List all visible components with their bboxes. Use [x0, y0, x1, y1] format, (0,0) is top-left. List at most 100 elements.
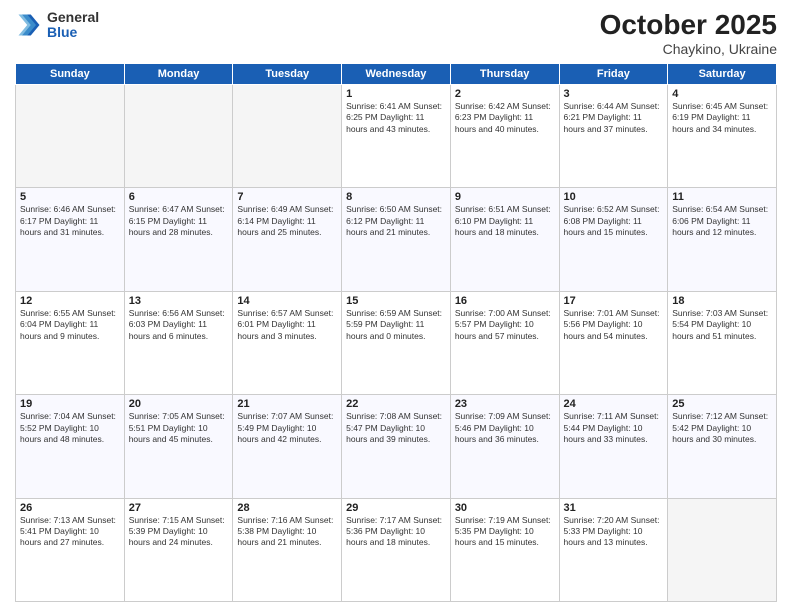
day-number: 20: [129, 398, 229, 410]
day-number: 19: [20, 398, 120, 410]
day-info: Sunrise: 7:11 AM Sunset: 5:44 PM Dayligh…: [564, 411, 664, 445]
calendar-cell: 7Sunrise: 6:49 AM Sunset: 6:14 PM Daylig…: [233, 188, 342, 291]
day-number: 16: [455, 295, 555, 307]
col-monday: Monday: [124, 63, 233, 84]
day-info: Sunrise: 6:52 AM Sunset: 6:08 PM Dayligh…: [564, 204, 664, 238]
day-number: 5: [20, 191, 120, 203]
calendar-cell: 1Sunrise: 6:41 AM Sunset: 6:25 PM Daylig…: [342, 84, 451, 187]
calendar-cell: 24Sunrise: 7:11 AM Sunset: 5:44 PM Dayli…: [559, 395, 668, 498]
day-number: 2: [455, 88, 555, 100]
calendar-cell: 13Sunrise: 6:56 AM Sunset: 6:03 PM Dayli…: [124, 291, 233, 394]
day-info: Sunrise: 6:44 AM Sunset: 6:21 PM Dayligh…: [564, 101, 664, 135]
calendar-cell: 4Sunrise: 6:45 AM Sunset: 6:19 PM Daylig…: [668, 84, 777, 187]
day-number: 14: [237, 295, 337, 307]
day-info: Sunrise: 7:05 AM Sunset: 5:51 PM Dayligh…: [129, 411, 229, 445]
calendar-cell: [124, 84, 233, 187]
logo: General Blue: [15, 10, 99, 41]
day-number: 4: [672, 88, 772, 100]
calendar-week-3: 12Sunrise: 6:55 AM Sunset: 6:04 PM Dayli…: [16, 291, 777, 394]
day-number: 17: [564, 295, 664, 307]
day-number: 12: [20, 295, 120, 307]
day-info: Sunrise: 7:08 AM Sunset: 5:47 PM Dayligh…: [346, 411, 446, 445]
calendar-cell: 11Sunrise: 6:54 AM Sunset: 6:06 PM Dayli…: [668, 188, 777, 291]
day-info: Sunrise: 7:17 AM Sunset: 5:36 PM Dayligh…: [346, 515, 446, 549]
calendar-cell: 8Sunrise: 6:50 AM Sunset: 6:12 PM Daylig…: [342, 188, 451, 291]
page: General Blue October 2025 Chaykino, Ukra…: [0, 0, 792, 612]
calendar-cell: 2Sunrise: 6:42 AM Sunset: 6:23 PM Daylig…: [450, 84, 559, 187]
calendar-cell: 31Sunrise: 7:20 AM Sunset: 5:33 PM Dayli…: [559, 498, 668, 601]
header-row: Sunday Monday Tuesday Wednesday Thursday…: [16, 63, 777, 84]
day-info: Sunrise: 6:47 AM Sunset: 6:15 PM Dayligh…: [129, 204, 229, 238]
calendar-week-4: 19Sunrise: 7:04 AM Sunset: 5:52 PM Dayli…: [16, 395, 777, 498]
calendar-cell: 18Sunrise: 7:03 AM Sunset: 5:54 PM Dayli…: [668, 291, 777, 394]
calendar-cell: 23Sunrise: 7:09 AM Sunset: 5:46 PM Dayli…: [450, 395, 559, 498]
day-info: Sunrise: 6:56 AM Sunset: 6:03 PM Dayligh…: [129, 308, 229, 342]
col-sunday: Sunday: [16, 63, 125, 84]
calendar-cell: 17Sunrise: 7:01 AM Sunset: 5:56 PM Dayli…: [559, 291, 668, 394]
day-info: Sunrise: 6:57 AM Sunset: 6:01 PM Dayligh…: [237, 308, 337, 342]
day-number: 18: [672, 295, 772, 307]
calendar-cell: 16Sunrise: 7:00 AM Sunset: 5:57 PM Dayli…: [450, 291, 559, 394]
day-info: Sunrise: 6:50 AM Sunset: 6:12 PM Dayligh…: [346, 204, 446, 238]
calendar-cell: 5Sunrise: 6:46 AM Sunset: 6:17 PM Daylig…: [16, 188, 125, 291]
calendar-cell: [668, 498, 777, 601]
day-number: 25: [672, 398, 772, 410]
calendar-week-1: 1Sunrise: 6:41 AM Sunset: 6:25 PM Daylig…: [16, 84, 777, 187]
calendar-cell: 21Sunrise: 7:07 AM Sunset: 5:49 PM Dayli…: [233, 395, 342, 498]
day-info: Sunrise: 7:00 AM Sunset: 5:57 PM Dayligh…: [455, 308, 555, 342]
day-number: 6: [129, 191, 229, 203]
location-subtitle: Chaykino, Ukraine: [600, 41, 777, 57]
day-info: Sunrise: 7:12 AM Sunset: 5:42 PM Dayligh…: [672, 411, 772, 445]
day-info: Sunrise: 6:49 AM Sunset: 6:14 PM Dayligh…: [237, 204, 337, 238]
day-number: 29: [346, 502, 446, 514]
day-number: 13: [129, 295, 229, 307]
day-info: Sunrise: 7:20 AM Sunset: 5:33 PM Dayligh…: [564, 515, 664, 549]
day-info: Sunrise: 6:55 AM Sunset: 6:04 PM Dayligh…: [20, 308, 120, 342]
logo-text: General Blue: [47, 10, 99, 41]
day-number: 23: [455, 398, 555, 410]
day-info: Sunrise: 6:46 AM Sunset: 6:17 PM Dayligh…: [20, 204, 120, 238]
calendar-cell: 25Sunrise: 7:12 AM Sunset: 5:42 PM Dayli…: [668, 395, 777, 498]
calendar-cell: 9Sunrise: 6:51 AM Sunset: 6:10 PM Daylig…: [450, 188, 559, 291]
calendar-table: Sunday Monday Tuesday Wednesday Thursday…: [15, 63, 777, 602]
day-number: 28: [237, 502, 337, 514]
header: General Blue October 2025 Chaykino, Ukra…: [15, 10, 777, 57]
day-number: 22: [346, 398, 446, 410]
day-info: Sunrise: 6:59 AM Sunset: 5:59 PM Dayligh…: [346, 308, 446, 342]
logo-blue: Blue: [47, 25, 99, 40]
col-tuesday: Tuesday: [233, 63, 342, 84]
day-number: 8: [346, 191, 446, 203]
calendar-cell: 19Sunrise: 7:04 AM Sunset: 5:52 PM Dayli…: [16, 395, 125, 498]
calendar-cell: [16, 84, 125, 187]
col-wednesday: Wednesday: [342, 63, 451, 84]
calendar-cell: 22Sunrise: 7:08 AM Sunset: 5:47 PM Dayli…: [342, 395, 451, 498]
calendar-cell: 14Sunrise: 6:57 AM Sunset: 6:01 PM Dayli…: [233, 291, 342, 394]
day-info: Sunrise: 6:51 AM Sunset: 6:10 PM Dayligh…: [455, 204, 555, 238]
day-number: 1: [346, 88, 446, 100]
day-info: Sunrise: 7:13 AM Sunset: 5:41 PM Dayligh…: [20, 515, 120, 549]
day-info: Sunrise: 7:16 AM Sunset: 5:38 PM Dayligh…: [237, 515, 337, 549]
col-saturday: Saturday: [668, 63, 777, 84]
day-number: 3: [564, 88, 664, 100]
day-info: Sunrise: 7:09 AM Sunset: 5:46 PM Dayligh…: [455, 411, 555, 445]
calendar-cell: 15Sunrise: 6:59 AM Sunset: 5:59 PM Dayli…: [342, 291, 451, 394]
day-number: 27: [129, 502, 229, 514]
day-number: 24: [564, 398, 664, 410]
calendar-cell: 28Sunrise: 7:16 AM Sunset: 5:38 PM Dayli…: [233, 498, 342, 601]
col-thursday: Thursday: [450, 63, 559, 84]
title-block: October 2025 Chaykino, Ukraine: [600, 10, 777, 57]
day-info: Sunrise: 7:01 AM Sunset: 5:56 PM Dayligh…: [564, 308, 664, 342]
day-info: Sunrise: 6:54 AM Sunset: 6:06 PM Dayligh…: [672, 204, 772, 238]
day-number: 11: [672, 191, 772, 203]
day-number: 21: [237, 398, 337, 410]
calendar-cell: 6Sunrise: 6:47 AM Sunset: 6:15 PM Daylig…: [124, 188, 233, 291]
calendar-cell: 30Sunrise: 7:19 AM Sunset: 5:35 PM Dayli…: [450, 498, 559, 601]
day-info: Sunrise: 7:04 AM Sunset: 5:52 PM Dayligh…: [20, 411, 120, 445]
calendar-cell: 26Sunrise: 7:13 AM Sunset: 5:41 PM Dayli…: [16, 498, 125, 601]
day-info: Sunrise: 7:03 AM Sunset: 5:54 PM Dayligh…: [672, 308, 772, 342]
day-number: 7: [237, 191, 337, 203]
day-info: Sunrise: 7:19 AM Sunset: 5:35 PM Dayligh…: [455, 515, 555, 549]
day-info: Sunrise: 6:42 AM Sunset: 6:23 PM Dayligh…: [455, 101, 555, 135]
calendar-cell: 20Sunrise: 7:05 AM Sunset: 5:51 PM Dayli…: [124, 395, 233, 498]
day-number: 30: [455, 502, 555, 514]
